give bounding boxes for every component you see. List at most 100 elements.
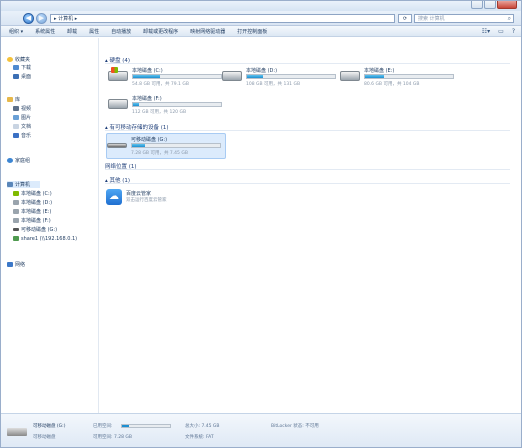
nav-music[interactable]: 音乐 <box>13 132 31 139</box>
view-controls: ☷▾ ▭ ? <box>482 28 515 35</box>
drive-f[interactable]: 本地磁盘 (F:) 112 GB 可用，共 120 GB <box>108 93 228 119</box>
drive-free-space: 54.8 GB 可用，共 79.1 GB <box>132 82 189 87</box>
help-icon[interactable]: ? <box>512 28 515 35</box>
details-usage-fill <box>122 425 130 427</box>
usage-bar <box>364 74 454 79</box>
minimize-button[interactable] <box>471 1 483 9</box>
nav-drive-g[interactable]: 可移动磁盘 (G:) <box>13 226 57 233</box>
nav-documents[interactable]: 文档 <box>13 123 31 130</box>
usage-fill <box>247 75 263 78</box>
address-input[interactable]: ▸ 计算机 ▸ <box>50 14 395 23</box>
removable-drive-icon <box>13 228 19 231</box>
nav-pictures[interactable]: 图片 <box>13 114 31 121</box>
music-icon <box>13 133 19 138</box>
uninstall-button[interactable]: 卸载 <box>67 28 77 35</box>
close-button[interactable] <box>497 1 517 9</box>
group-divider <box>105 169 510 170</box>
nav-favorites[interactable]: 收藏夹 <box>7 56 30 63</box>
usage-bar <box>246 74 336 79</box>
drive-icon <box>13 209 19 214</box>
removable-drive-icon <box>7 428 27 436</box>
uninstall-change-program-button[interactable]: 卸载或更改程序 <box>143 28 178 35</box>
network-drive-icon <box>13 236 19 241</box>
forward-button[interactable]: ▶ <box>36 13 47 24</box>
document-icon <box>13 124 19 129</box>
nav-drive-d[interactable]: 本地磁盘 (D:) <box>13 199 52 206</box>
video-icon <box>13 106 19 111</box>
removable-drive-icon <box>107 143 127 148</box>
details-pane: 可移动磁盘 (G:) 可移动磁盘 已用空间: 可用空间: 7.28 GB 总大小… <box>1 413 521 447</box>
open-control-panel-button[interactable]: 打开控制面板 <box>237 28 267 35</box>
details-fs-label: 文件系统: FAT <box>185 435 214 440</box>
nav-desktop[interactable]: 桌面 <box>13 73 31 80</box>
download-folder-icon <box>13 65 19 70</box>
details-free-label: 可用空间: 7.28 GB <box>93 435 132 440</box>
organize-button[interactable]: 组织 ▾ <box>9 28 23 35</box>
properties-button[interactable]: 属性 <box>89 28 99 35</box>
group-divider <box>105 130 510 131</box>
nav-computer[interactable]: 计算机 <box>7 181 41 188</box>
drive-free-space: 80.6 GB 可用，共 104 GB <box>364 82 420 87</box>
drive-free-space: 7.28 GB 可用，共 7.45 GB <box>131 151 188 156</box>
nav-libraries[interactable]: 库 <box>7 96 20 103</box>
preview-pane-icon[interactable]: ▭ <box>498 28 504 35</box>
drive-d[interactable]: 本地磁盘 (D:) 108 GB 可用，共 131 GB <box>222 65 342 91</box>
nav-network-share[interactable]: share1 (\\192.168.0.1) <box>13 235 77 242</box>
search-icon: ⌕ <box>507 15 511 22</box>
drive-icon <box>340 71 360 81</box>
system-drive-icon <box>108 67 128 81</box>
search-input[interactable]: 搜索 计算机 ⌕ <box>414 14 514 23</box>
maximize-button[interactable] <box>484 1 496 9</box>
address-bar: ◀ ▶ ▸ 计算机 ▸ ⟳ 搜索 计算机 ⌕ <box>1 11 521 26</box>
library-icon <box>7 97 13 102</box>
nav-drive-e[interactable]: 本地磁盘 (E:) <box>13 208 51 215</box>
baidu-cloud-item[interactable]: ☁ 百度云管家 双击运行百度云管家 <box>106 189 226 209</box>
usage-bar <box>132 74 222 79</box>
navigation-pane: 收藏夹 下载 桌面 库 视频 图片 文档 音乐 家庭组 计算机 本地磁盘 (C:… <box>1 38 99 413</box>
autoplay-button[interactable]: 自动播放 <box>111 28 131 35</box>
group-divider <box>105 63 510 64</box>
back-arrow-icon: ◀ <box>25 14 32 22</box>
view-options-icon[interactable]: ☷▾ <box>482 28 490 35</box>
usage-fill <box>133 103 140 106</box>
details-used-label: 已用空间: <box>93 424 113 429</box>
usage-fill <box>132 144 146 147</box>
drive-c[interactable]: 本地磁盘 (C:) 54.8 GB 可用，共 79.1 GB <box>108 65 228 91</box>
nav-videos[interactable]: 视频 <box>13 105 31 112</box>
details-bitlocker-label: BitLocker 状态: 不可用 <box>271 424 319 429</box>
nav-drive-c[interactable]: 本地磁盘 (C:) <box>13 190 52 197</box>
app-description: 双击运行百度云管家 <box>126 198 167 203</box>
drive-free-space: 112 GB 可用，共 120 GB <box>132 110 187 115</box>
usage-fill <box>365 75 385 78</box>
drive-name: 本地磁盘 (F:) <box>132 96 162 102</box>
usage-bar <box>131 143 221 148</box>
nav-homegroup[interactable]: 家庭组 <box>7 157 30 164</box>
refresh-icon: ⟳ <box>402 16 408 22</box>
back-button[interactable]: ◀ <box>23 13 34 24</box>
nav-network[interactable]: 网络 <box>7 261 25 268</box>
refresh-button[interactable]: ⟳ <box>398 14 412 23</box>
search-placeholder: 搜索 计算机 <box>418 16 445 22</box>
drive-e[interactable]: 本地磁盘 (E:) 80.6 GB 可用，共 104 GB <box>340 65 460 91</box>
drive-icon <box>13 200 19 205</box>
content-area: ▴ 硬盘 (4) 本地磁盘 (C:) 54.8 GB 可用，共 79.1 GB … <box>100 38 521 413</box>
drive-name: 本地磁盘 (D:) <box>246 68 278 74</box>
details-usage-bar <box>121 424 171 428</box>
forward-arrow-icon: ▶ <box>38 14 45 22</box>
network-icon <box>7 262 13 267</box>
picture-icon <box>13 115 19 120</box>
details-name: 可移动磁盘 (G:) <box>33 424 66 429</box>
desktop-icon <box>13 74 19 79</box>
details-total-label: 总大小: 7.45 GB <box>185 424 220 429</box>
computer-icon <box>7 182 13 187</box>
group-divider <box>105 183 510 184</box>
explorer-window: ◀ ▶ ▸ 计算机 ▸ ⟳ 搜索 计算机 ⌕ 组织 ▾ 系统属性 卸载 属性 自… <box>0 0 522 448</box>
drive-name: 本地磁盘 (E:) <box>364 68 395 74</box>
drive-name: 本地磁盘 (C:) <box>132 68 163 74</box>
system-properties-button[interactable]: 系统属性 <box>35 28 55 35</box>
map-network-drive-button[interactable]: 映射网络驱动器 <box>190 28 225 35</box>
nav-drive-f[interactable]: 本地磁盘 (F:) <box>13 217 51 224</box>
drive-g[interactable]: 可移动磁盘 (G:) 7.28 GB 可用，共 7.45 GB <box>106 133 226 159</box>
nav-downloads[interactable]: 下载 <box>13 64 31 71</box>
title-bar[interactable] <box>1 1 521 11</box>
